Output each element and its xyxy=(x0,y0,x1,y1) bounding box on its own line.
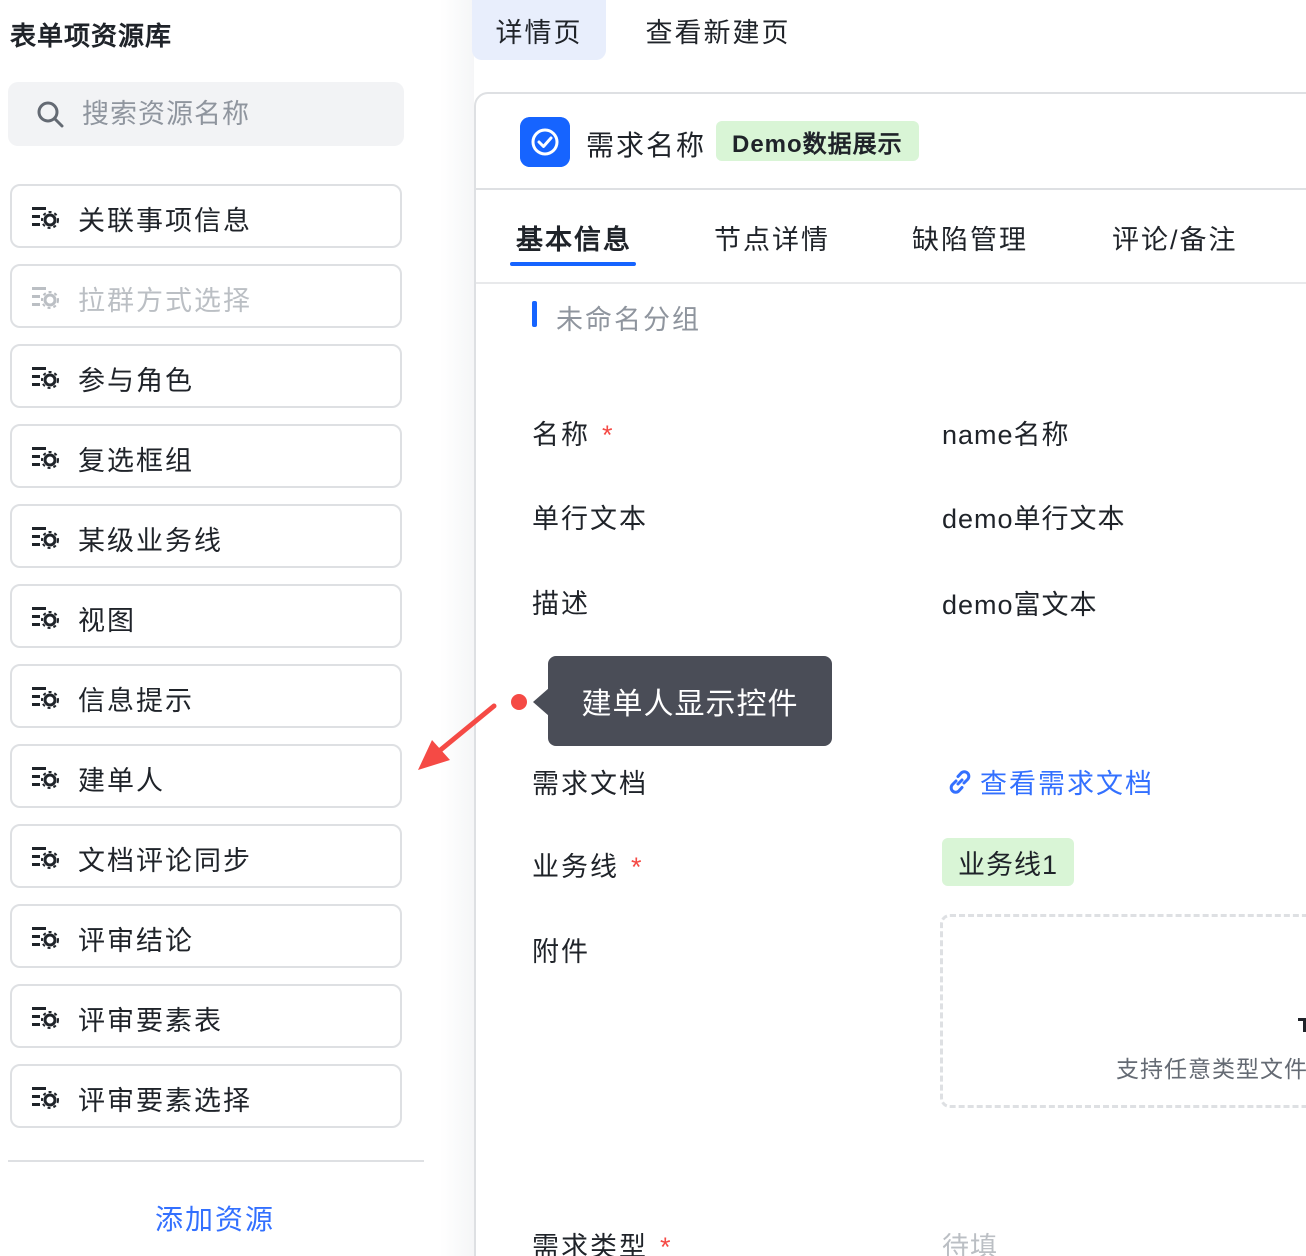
form-settings-icon xyxy=(32,367,59,389)
field-label-name: 名称 * xyxy=(532,413,615,452)
resource-item[interactable]: 评审要素选择 xyxy=(10,1064,402,1128)
resource-item[interactable]: 文档评论同步 xyxy=(10,824,402,888)
label-text: 需求类型 xyxy=(532,1232,648,1256)
form-settings-icon xyxy=(32,287,59,309)
resource-item-label: 信息提示 xyxy=(78,686,194,716)
resource-item[interactable]: 复选框组 xyxy=(10,424,402,488)
field-label-doc: 需求文档 xyxy=(532,769,648,799)
resource-item-label: 视图 xyxy=(78,606,136,636)
creator-control-tooltip: 建单人显示控件 xyxy=(548,656,832,746)
search-box[interactable] xyxy=(8,82,404,146)
form-settings-icon xyxy=(32,1087,59,1109)
resource-item[interactable]: 某级业务线 xyxy=(10,504,402,568)
resource-item-label: 参与角色 xyxy=(78,366,194,396)
tooltip-arrow xyxy=(533,688,549,716)
active-tab-indicator xyxy=(510,262,636,266)
form-settings-icon xyxy=(32,767,59,789)
header-divider xyxy=(476,188,1306,190)
field-label-single-text: 单行文本 xyxy=(532,504,648,534)
form-settings-icon xyxy=(32,207,59,229)
resource-item-label: 复选框组 xyxy=(78,446,194,476)
label-text: 名称 xyxy=(532,420,590,450)
resource-item[interactable]: 评审结论 xyxy=(10,904,402,968)
form-settings-icon xyxy=(32,447,59,469)
field-label-req-type: 需求类型 * xyxy=(532,1225,673,1256)
field-label-business-line: 业务线 * xyxy=(532,845,644,884)
tab-comments[interactable]: 评论/备注 xyxy=(1112,218,1238,257)
label-text: 业务线 xyxy=(532,852,619,882)
resource-item[interactable]: 信息提示 xyxy=(10,664,402,728)
required-mark: * xyxy=(660,1232,673,1256)
resource-item[interactable]: 拉群方式选择 xyxy=(10,264,402,328)
resource-item-label: 文档评论同步 xyxy=(78,846,252,876)
doc-link-text: 查看需求文档 xyxy=(980,769,1154,799)
demo-badge: Demo数据展示 xyxy=(716,121,919,161)
resource-item[interactable]: 建单人 xyxy=(10,744,402,808)
add-resource-button[interactable]: 添加资源 xyxy=(0,1198,430,1238)
resource-item-label: 评审要素选择 xyxy=(78,1086,252,1116)
group-marker xyxy=(532,301,537,327)
form-settings-icon xyxy=(32,687,59,709)
resource-item-label: 评审结论 xyxy=(78,926,194,956)
form-settings-icon xyxy=(32,1007,59,1029)
form-settings-icon xyxy=(32,607,59,629)
search-icon xyxy=(37,101,64,128)
annotation-arrow-icon xyxy=(418,703,497,770)
resource-library-panel: 表单项资源库 关联事项信息拉群方式选择参与角色复选框组某级业务线视图信息提示建单… xyxy=(0,0,440,1256)
form-settings-icon xyxy=(32,527,59,549)
link-icon xyxy=(949,769,971,794)
upload-hint: 支持任意类型文件 xyxy=(1116,1056,1306,1082)
resource-item[interactable]: 视图 xyxy=(10,584,402,648)
required-mark: * xyxy=(631,852,644,882)
form-settings-icon xyxy=(32,847,59,869)
resource-item-label: 关联事项信息 xyxy=(78,206,252,236)
doc-link[interactable]: 查看需求文档 xyxy=(946,762,1154,801)
resource-item-label: 拉群方式选择 xyxy=(78,286,252,316)
tab-create-page[interactable]: 查看新建页 xyxy=(630,0,806,60)
field-value-single-text[interactable]: demo单行文本 xyxy=(942,497,1126,536)
business-line-tag[interactable]: 业务线1 xyxy=(942,838,1075,886)
field-label-attachment: 附件 xyxy=(532,937,590,967)
field-label-description: 描述 xyxy=(532,589,590,619)
required-mark: * xyxy=(602,420,615,450)
divider xyxy=(8,1160,424,1162)
record-title: 需求名称 xyxy=(586,130,707,161)
search-input[interactable] xyxy=(82,82,382,146)
field-value-name[interactable]: name名称 xyxy=(942,413,1070,452)
form-settings-icon xyxy=(32,927,59,949)
annotation-dot xyxy=(511,694,527,710)
panel-separator xyxy=(440,0,474,1256)
check-circle-icon xyxy=(520,117,570,167)
field-value-req-type[interactable]: 待填 xyxy=(942,1225,998,1256)
tab-basic-info[interactable]: 基本信息 xyxy=(516,218,632,257)
resource-item-label: 建单人 xyxy=(78,766,165,796)
resource-item-label: 某级业务线 xyxy=(78,526,223,556)
upload-icon xyxy=(1298,1018,1306,1032)
resource-item[interactable]: 评审要素表 xyxy=(10,984,402,1048)
tab-detail-page[interactable]: 详情页 xyxy=(472,0,606,60)
tabs-divider xyxy=(476,282,1306,284)
resource-item-label: 评审要素表 xyxy=(78,1006,223,1036)
resource-item[interactable]: 参与角色 xyxy=(10,344,402,408)
panel-title: 表单项资源库 xyxy=(10,21,173,51)
field-value-description[interactable]: demo富文本 xyxy=(942,583,1098,622)
resource-item[interactable]: 关联事项信息 xyxy=(10,184,402,248)
group-title: 未命名分组 xyxy=(556,305,701,335)
tab-node-details[interactable]: 节点详情 xyxy=(714,218,830,257)
tab-defect-management[interactable]: 缺陷管理 xyxy=(912,218,1028,257)
